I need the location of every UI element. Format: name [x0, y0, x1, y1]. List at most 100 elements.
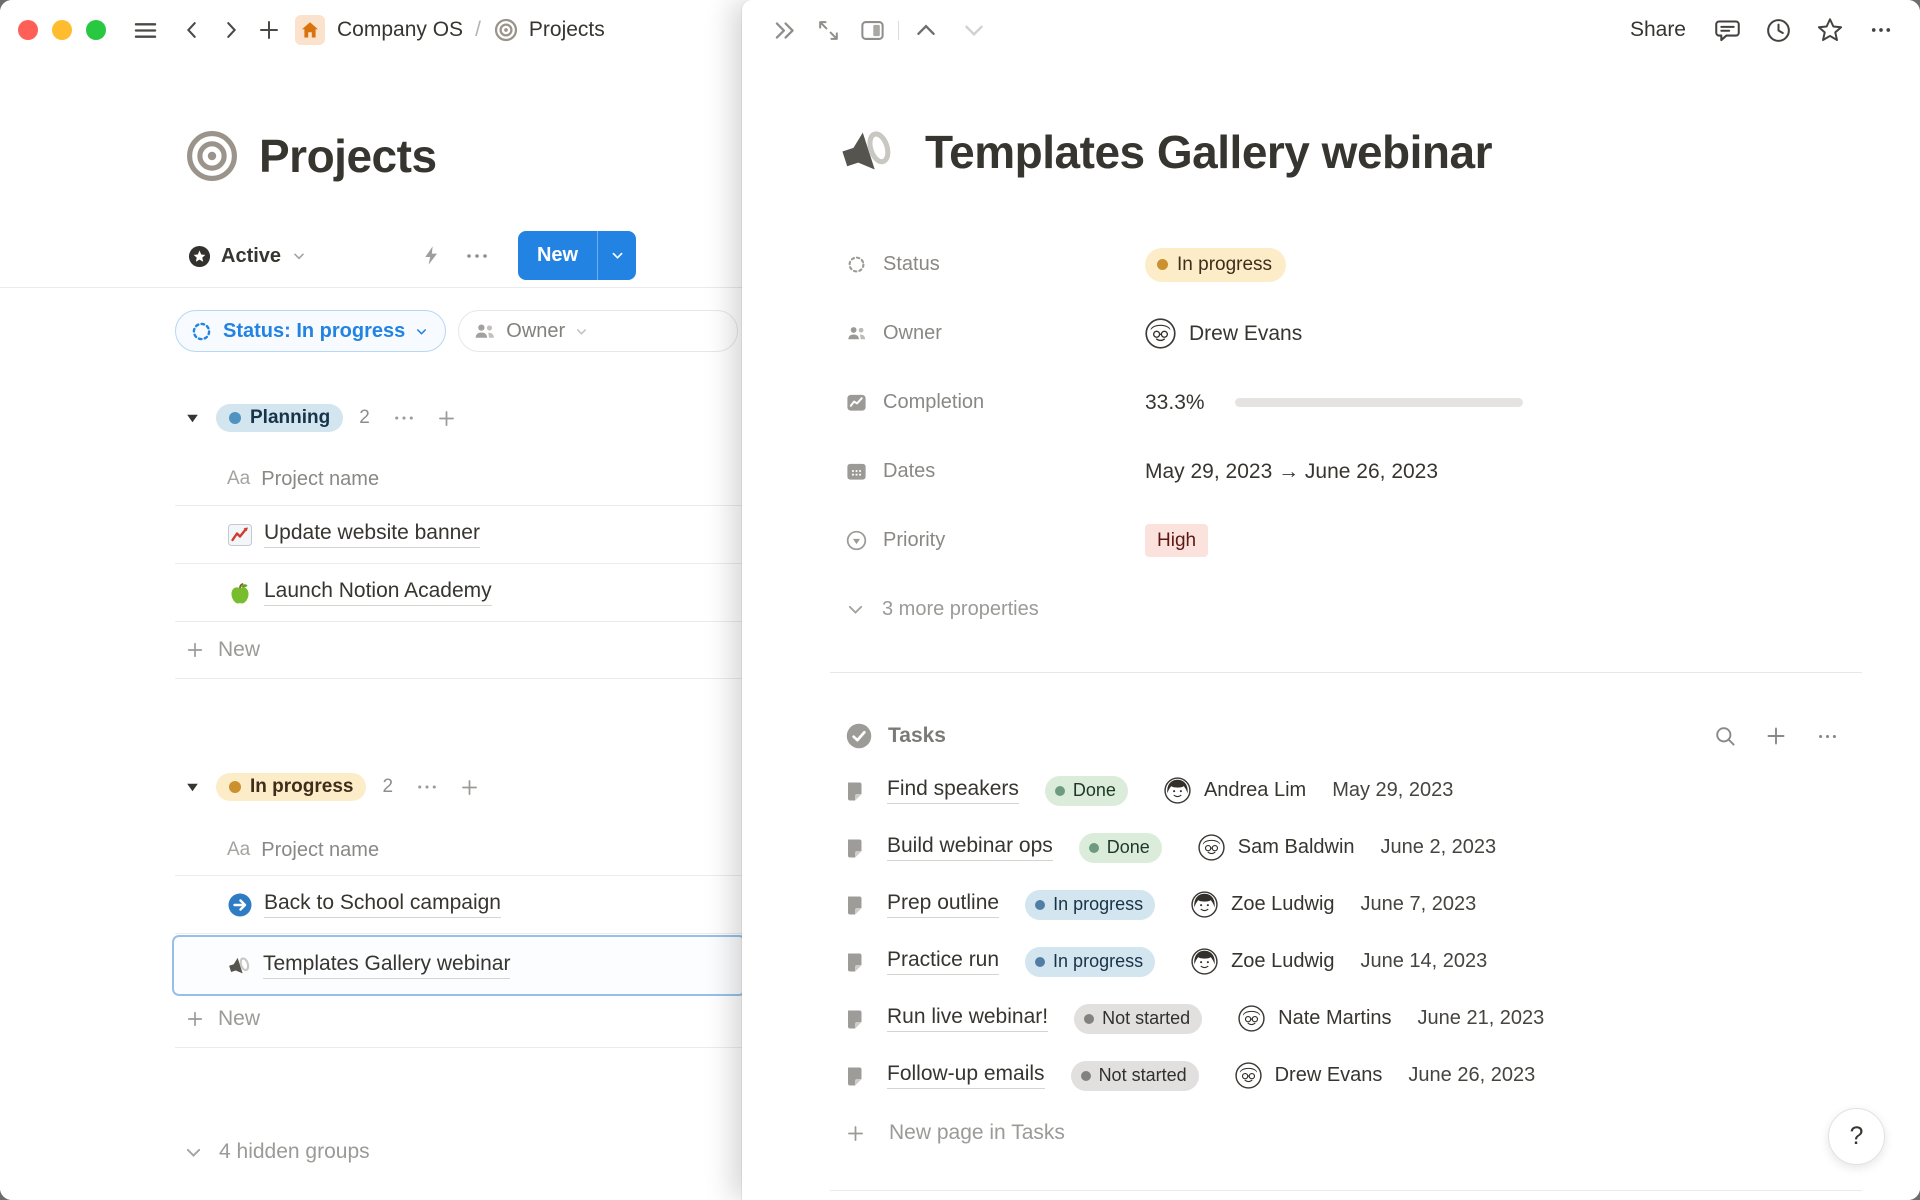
tasks-more-icon[interactable] — [1815, 727, 1840, 746]
due-date[interactable]: June 2, 2023 — [1381, 836, 1497, 859]
due-date[interactable]: June 14, 2023 — [1361, 950, 1488, 973]
group-more-icon[interactable] — [415, 777, 439, 797]
collapse-triangle-icon[interactable] — [185, 411, 200, 426]
assignee-name[interactable]: Nate Martins — [1278, 1007, 1391, 1030]
breadcrumb-workspace[interactable]: Company OS — [337, 18, 463, 42]
filter-owner[interactable]: Owner — [458, 310, 738, 352]
column-header[interactable]: Aa Project name — [175, 462, 742, 496]
home-button[interactable] — [295, 15, 325, 45]
task-title[interactable]: Run live webinar! — [887, 1005, 1048, 1032]
new-button[interactable]: New — [518, 231, 598, 280]
owner-value[interactable]: Drew Evans — [1145, 318, 1302, 349]
new-tab-button[interactable] — [257, 18, 281, 42]
task-row[interactable]: Practice run In progress Zoe Ludwig June 14… — [845, 933, 1865, 990]
assignee-name[interactable]: Zoe Ludwig — [1231, 893, 1334, 916]
share-button[interactable]: Share — [1630, 18, 1686, 42]
hidden-groups-toggle[interactable]: 4 hidden groups — [183, 1140, 370, 1164]
task-row[interactable]: Prep outline In progress Zoe Ludwig June 7,… — [845, 876, 1865, 933]
side-peek-mode-icon[interactable] — [859, 17, 886, 44]
column-header[interactable]: Aa Project name — [175, 833, 742, 867]
status-tag[interactable]: Not started — [1074, 1004, 1202, 1034]
project-title[interactable]: Back to School campaign — [264, 891, 501, 918]
group-tag[interactable]: Planning — [216, 404, 343, 432]
priority-tag[interactable]: High — [1145, 524, 1208, 557]
due-date[interactable]: June 21, 2023 — [1418, 1007, 1545, 1030]
tasks-title[interactable]: Tasks — [888, 724, 946, 748]
sidebar-menu-icon[interactable] — [132, 17, 159, 44]
task-title[interactable]: Find speakers — [887, 777, 1019, 804]
property-label[interactable]: Owner — [845, 322, 1145, 345]
status-tag[interactable]: Not started — [1071, 1061, 1199, 1091]
task-row[interactable]: Build webinar ops Done Sam Baldwin June 2, … — [845, 819, 1865, 876]
add-task-icon[interactable] — [1764, 724, 1788, 748]
collapse-triangle-icon[interactable] — [185, 780, 200, 795]
task-title[interactable]: Prep outline — [887, 891, 999, 918]
tag-dot — [1081, 1071, 1091, 1081]
property-label[interactable]: Priority — [845, 529, 1145, 552]
help-button[interactable]: ? — [1828, 1108, 1885, 1165]
project-row[interactable]: Back to School campaign — [175, 876, 742, 934]
view-options-more-icon[interactable] — [464, 245, 490, 267]
new-button-dropdown[interactable] — [598, 231, 636, 280]
task-row[interactable]: Follow-up emails Not started Drew Evans Jun… — [845, 1047, 1865, 1104]
task-row[interactable]: Find speakers Done Andrea Lim May 29, 2023 — [845, 762, 1865, 819]
target-icon[interactable] — [184, 128, 240, 184]
forward-button[interactable] — [220, 19, 242, 41]
back-button[interactable] — [181, 19, 203, 41]
close-window-button[interactable] — [18, 20, 38, 40]
close-peek-icon[interactable] — [772, 17, 798, 43]
zoom-window-button[interactable] — [86, 20, 106, 40]
filter-status[interactable]: Status: In progress — [175, 310, 446, 352]
assignee-name[interactable]: Andrea Lim — [1204, 779, 1306, 802]
assignee-name[interactable]: Sam Baldwin — [1238, 836, 1355, 859]
dates-value[interactable]: May 29, 2023 → June 26, 2023 — [1145, 460, 1438, 484]
project-title[interactable]: Update website banner — [264, 521, 480, 548]
more-properties-toggle[interactable]: 3 more properties — [845, 575, 1625, 644]
due-date[interactable]: May 29, 2023 — [1332, 779, 1453, 802]
task-title[interactable]: Build webinar ops — [887, 834, 1053, 861]
add-row-button[interactable]: New — [175, 622, 742, 679]
property-label[interactable]: Completion — [845, 391, 1145, 414]
group-more-icon[interactable] — [392, 408, 416, 428]
updates-clock-icon[interactable] — [1765, 17, 1792, 44]
property-label[interactable]: Status — [845, 253, 1145, 276]
project-title[interactable]: Launch Notion Academy — [264, 579, 492, 606]
due-date[interactable]: June 26, 2023 — [1408, 1064, 1535, 1087]
property-label[interactable]: Dates — [845, 460, 1145, 483]
project-row[interactable]: Launch Notion Academy — [175, 564, 742, 622]
favorite-star-icon[interactable] — [1816, 16, 1844, 44]
tab-active-view[interactable]: Active — [188, 231, 307, 281]
group-tag[interactable]: In progress — [216, 773, 366, 801]
completion-value[interactable]: 33.3% — [1145, 391, 1523, 415]
project-title[interactable]: Templates Gallery webinar — [263, 952, 510, 979]
group-add-icon[interactable] — [459, 777, 480, 798]
project-row[interactable]: Update website banner — [175, 506, 742, 564]
task-title[interactable]: Follow-up emails — [887, 1062, 1045, 1089]
search-icon[interactable] — [1713, 724, 1737, 748]
previous-page-icon[interactable] — [913, 17, 939, 43]
status-tag[interactable]: Done — [1045, 776, 1128, 806]
expand-page-icon[interactable] — [816, 18, 841, 43]
add-row-button[interactable]: New — [175, 991, 742, 1048]
due-date[interactable]: June 7, 2023 — [1361, 893, 1477, 916]
speaker-icon[interactable] — [835, 121, 897, 183]
assignee-name[interactable]: Zoe Ludwig — [1231, 950, 1334, 973]
task-row[interactable]: Run live webinar! Not started Nate Martins… — [845, 990, 1865, 1047]
task-title[interactable]: Practice run — [887, 948, 999, 975]
next-page-icon[interactable] — [961, 17, 987, 43]
assignee-name[interactable]: Drew Evans — [1275, 1064, 1383, 1087]
status-tag[interactable]: In progress — [1025, 947, 1155, 977]
minimize-window-button[interactable] — [52, 20, 72, 40]
breadcrumb-page[interactable]: Projects — [529, 18, 605, 42]
new-page-in-tasks-button[interactable]: New page in Tasks — [845, 1106, 1065, 1160]
status-tag[interactable]: In progress — [1025, 890, 1155, 920]
group-add-icon[interactable] — [436, 408, 457, 429]
page-more-icon[interactable] — [1868, 20, 1894, 40]
automations-bolt-icon[interactable] — [420, 244, 443, 267]
project-row[interactable]: Templates Gallery webinar — [172, 935, 742, 996]
priority-value[interactable]: High — [1145, 524, 1208, 557]
status-value[interactable]: In progress — [1145, 248, 1286, 282]
status-tag[interactable]: Done — [1079, 833, 1162, 863]
comments-icon[interactable] — [1714, 17, 1741, 44]
status-tag[interactable]: In progress — [1145, 248, 1286, 282]
